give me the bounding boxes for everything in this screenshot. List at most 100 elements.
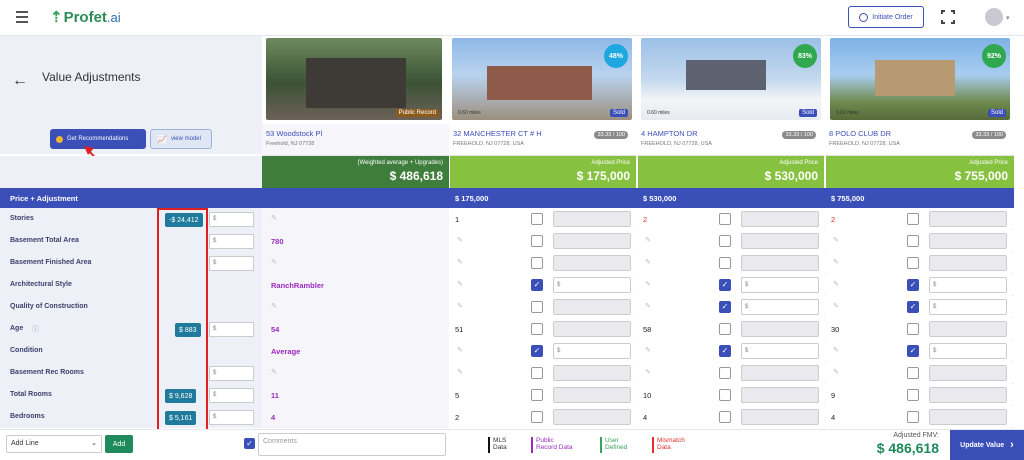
update-value-button[interactable]: Update Value › [950,430,1024,460]
comp-2-checkbox[interactable]: ✓ [719,301,731,313]
adjustment-input[interactable]: $ [209,366,254,381]
pencil-icon[interactable]: ✎ [833,346,839,354]
comp-1-checkbox[interactable]: ✓ [531,279,543,291]
comp-2-adjustment-input[interactable] [741,321,819,337]
pencil-icon[interactable]: ✎ [457,236,463,244]
comp-2-checkbox[interactable] [719,389,731,401]
pencil-icon[interactable]: ✎ [645,302,651,310]
comp-1-checkbox[interactable] [531,301,543,313]
comp-3-checkbox[interactable] [907,235,919,247]
comp-1-checkbox[interactable] [531,213,543,225]
comp-2-adjustment-input[interactable]: $ [741,299,819,315]
adjustment-input[interactable]: $ [209,212,254,227]
comp-3-checkbox[interactable]: ✓ [907,279,919,291]
comp-3-checkbox[interactable] [907,389,919,401]
comp-1-adjustment-input[interactable] [553,321,631,337]
comp-2-checkbox[interactable]: ✓ [719,279,731,291]
comp-1-adjustment-input[interactable]: $ [553,277,631,293]
comp-2-adjustment-input[interactable] [741,365,819,381]
comp-2-street[interactable]: 4 HAMPTON DR [641,129,698,138]
pencil-icon[interactable]: ✎ [271,368,277,376]
comp-3-adjustment-input[interactable] [929,233,1007,249]
comp-1-checkbox[interactable] [531,411,543,423]
comp-3-checkbox[interactable] [907,367,919,379]
comp-1-checkbox[interactable] [531,323,543,335]
comp-1-adjustment-input[interactable] [553,365,631,381]
pencil-icon[interactable]: ✎ [645,280,651,288]
comp-3-adjustment-input[interactable] [929,387,1007,403]
add-line-select[interactable]: Add Line ⌄ [6,435,102,453]
comp-1-checkbox[interactable] [531,257,543,269]
pencil-icon[interactable]: ✎ [457,346,463,354]
back-arrow-icon[interactable]: ← [12,72,28,90]
comp-2-checkbox[interactable]: ✓ [719,345,731,357]
comp-2-checkbox[interactable] [719,367,731,379]
comp-2-checkbox[interactable] [719,323,731,335]
comp-2-adjustment-input[interactable] [741,387,819,403]
comp-1-checkbox[interactable] [531,235,543,247]
comp-3-checkbox[interactable] [907,213,919,225]
comp-3-street[interactable]: 8 POLO CLUB DR [829,129,891,138]
comp-1-street[interactable]: 32 MANCHESTER CT # H [453,129,542,138]
comp-2-adjustment-input[interactable] [741,255,819,271]
pencil-icon[interactable]: ✎ [645,346,651,354]
pencil-icon[interactable]: ✎ [271,302,277,310]
comp-3-adjustment-input[interactable] [929,409,1007,425]
adjustment-input[interactable]: $ [209,410,254,425]
fullscreen-icon[interactable] [941,10,955,24]
subject-street[interactable]: 53 Woodstock Pl [266,129,322,138]
comp-2-adjustment-input[interactable]: $ [741,343,819,359]
pencil-icon[interactable]: ✎ [457,280,463,288]
chevron-down-icon[interactable]: ▾ [1006,14,1010,22]
comp-2-checkbox[interactable] [719,235,731,247]
comments-input[interactable]: Comments [258,433,446,456]
comp-2-adjustment-input[interactable]: $ [741,277,819,293]
comp-2-checkbox[interactable] [719,213,731,225]
pencil-icon[interactable]: ✎ [833,302,839,310]
comp-3-checkbox[interactable] [907,411,919,423]
comp-1-adjustment-input[interactable] [553,211,631,227]
comp-2-adjustment-input[interactable] [741,409,819,425]
pencil-icon[interactable]: ✎ [645,236,651,244]
comp-1-adjustment-input[interactable] [553,387,631,403]
comp-1-adjustment-input[interactable]: $ [553,343,631,359]
subject-photo[interactable]: Public Record [266,38,442,120]
comp-3-adjustment-input[interactable] [929,211,1007,227]
comp-3-checkbox[interactable]: ✓ [907,301,919,313]
pencil-icon[interactable]: ✎ [457,368,463,376]
pencil-icon[interactable]: ✎ [645,368,651,376]
comp-2-checkbox[interactable] [719,257,731,269]
pencil-icon[interactable]: ✎ [833,368,839,376]
adjustment-input[interactable]: $ [209,388,254,403]
comp-3-checkbox[interactable] [907,323,919,335]
comp-2-adjustment-input[interactable] [741,233,819,249]
comp-3-adjustment-input[interactable]: $ [929,277,1007,293]
add-button[interactable]: Add [105,435,133,453]
pencil-icon[interactable]: ✎ [833,280,839,288]
comp-2-checkbox[interactable] [719,411,731,423]
comp-3-adjustment-input[interactable] [929,255,1007,271]
initiate-order-button[interactable]: Initiate Order [848,6,924,28]
pencil-icon[interactable]: ✎ [833,258,839,266]
adjustment-input[interactable]: $ [209,322,254,337]
pencil-icon[interactable]: ✎ [457,258,463,266]
logo[interactable]: ⇡ Profet.ai [50,8,121,27]
comp-1-checkbox[interactable] [531,367,543,379]
comp-2-adjustment-input[interactable] [741,211,819,227]
comp-3-checkbox[interactable] [907,257,919,269]
pencil-icon[interactable]: ✎ [833,236,839,244]
comp-3-checkbox[interactable]: ✓ [907,345,919,357]
comp-1-adjustment-input[interactable] [553,409,631,425]
pencil-icon[interactable]: ✎ [645,258,651,266]
pencil-icon[interactable]: ✎ [271,214,277,222]
adjustment-input[interactable]: $ [209,256,254,271]
pencil-icon[interactable]: ✎ [271,258,277,266]
comments-checkbox[interactable]: ✓ [244,438,255,449]
comp-1-adjustment-input[interactable] [553,299,631,315]
info-icon[interactable]: ⓘ [32,324,39,334]
view-model-button[interactable]: 📈 view model [150,129,212,149]
menu-icon[interactable] [16,11,28,23]
comp-3-adjustment-input[interactable]: $ [929,299,1007,315]
avatar[interactable] [985,8,1003,26]
comp-1-adjustment-input[interactable] [553,255,631,271]
